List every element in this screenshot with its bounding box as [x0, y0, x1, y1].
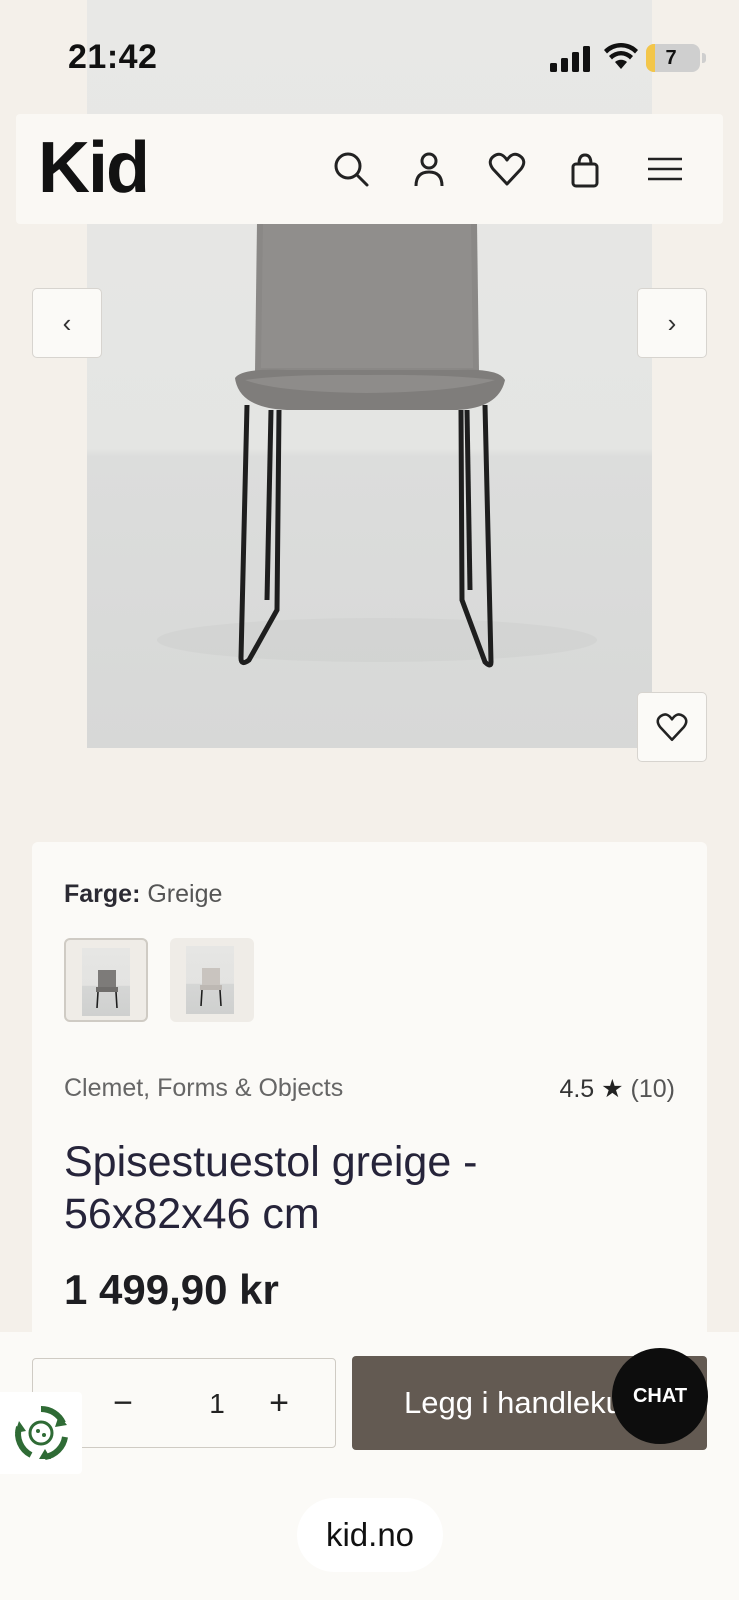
product-price: 1 499,90 kr: [64, 1266, 279, 1313]
product-image[interactable]: [87, 0, 652, 748]
status-bar: 21:42 7: [0, 0, 739, 110]
rating-count: (10): [630, 1075, 675, 1103]
cart-icon[interactable]: [564, 148, 606, 190]
wifi-icon: [604, 42, 638, 69]
menu-icon[interactable]: [646, 148, 684, 190]
battery-level: 7: [665, 47, 677, 69]
carousel-next-button[interactable]: ›: [637, 288, 707, 358]
recycle-badge[interactable]: [0, 1392, 82, 1474]
status-time: 21:42: [68, 38, 158, 76]
product-brand[interactable]: Clemet, Forms & Objects: [64, 1074, 343, 1103]
recycle-icon: [15, 1405, 68, 1460]
color-swatch-greige[interactable]: [64, 938, 148, 1022]
color-selector-label: Farge: Greige: [64, 880, 222, 909]
color-swatch-light[interactable]: [170, 938, 254, 1022]
wishlist-icon[interactable]: [486, 148, 528, 190]
color-value: Greige: [147, 880, 223, 908]
rating-value: 4.5: [559, 1075, 595, 1103]
heart-icon: [656, 713, 688, 742]
color-label: Farge:: [64, 880, 141, 908]
chat-button[interactable]: CHAT: [612, 1348, 708, 1444]
quantity-decrease-button[interactable]: −: [101, 1381, 145, 1425]
cellular-signal-icon: [550, 46, 590, 72]
product-title: Spisestuestol greige - 56x82x46 cm: [64, 1138, 478, 1238]
carousel-prev-button[interactable]: ‹: [32, 288, 102, 358]
quantity-value[interactable]: 1: [197, 1383, 237, 1425]
sticky-purchase-bar: − 1 + Legg i handlekurv CHAT kid.no: [0, 1332, 739, 1600]
product-rating[interactable]: 4.5 ★ (10): [559, 1074, 675, 1104]
favorite-button[interactable]: [637, 692, 707, 762]
star-icon: ★: [601, 1075, 624, 1103]
search-icon[interactable]: [330, 148, 372, 190]
quantity-increase-button[interactable]: +: [257, 1381, 301, 1425]
product-info-card: Farge: Greige Clemet, Forms & Objects 4.…: [32, 842, 707, 1362]
battery-indicator: 7: [646, 44, 700, 72]
site-header: Kid: [16, 114, 723, 224]
account-icon[interactable]: [408, 148, 450, 190]
browser-url-pill[interactable]: kid.no: [297, 1498, 443, 1572]
kid-logo[interactable]: Kid: [38, 132, 150, 204]
